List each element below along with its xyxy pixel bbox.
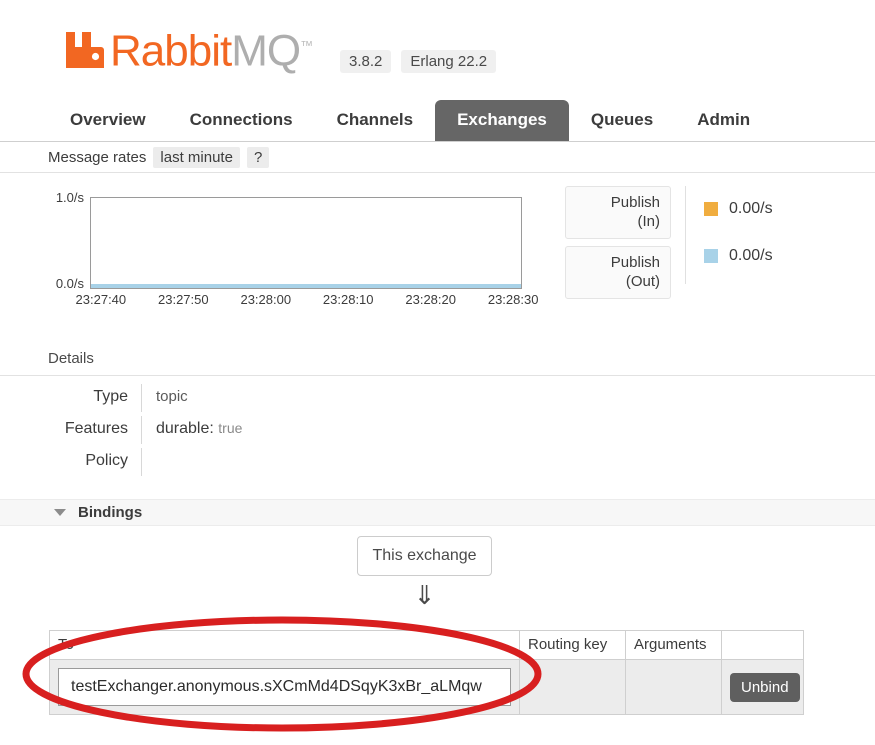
x-axis-tick: 23:28:00	[240, 292, 292, 307]
page-header: RabbitMQ™ 3.8.2 Erlang 22.2	[0, 0, 875, 98]
x-axis-tick: 23:27:50	[157, 292, 209, 307]
legend-label-publish-in[interactable]: Publish (In)	[565, 186, 671, 239]
binding-destination-cell: testExchanger.anonymous.sXCmMd4DSqyK3xBr…	[49, 659, 520, 715]
tab-overview[interactable]: Overview	[48, 100, 168, 141]
legend-swatch-icon	[704, 249, 718, 263]
version-badges: 3.8.2 Erlang 22.2	[340, 50, 497, 73]
bindings-table: To Routing key Arguments testExchanger.a…	[49, 630, 804, 715]
rabbitmq-logo-icon	[62, 26, 108, 72]
exchange-type-value: topic	[156, 388, 188, 405]
legend-value-publish-in: 0.00/s	[704, 200, 773, 218]
column-header-arguments[interactable]: Arguments	[625, 630, 722, 660]
unbind-button[interactable]: Unbind	[730, 672, 800, 702]
message-rates-bar: Message rates last minute ?	[0, 143, 875, 173]
trademark-symbol: ™	[300, 38, 314, 53]
legend-swatch-icon	[704, 202, 718, 216]
detail-value-policy	[141, 448, 468, 476]
legend-label-line1: Publish	[610, 254, 660, 271]
bindings-section-title: Bindings	[78, 504, 143, 521]
tab-channels[interactable]: Channels	[315, 100, 436, 141]
chart-canvas	[90, 197, 522, 289]
detail-value-features: durable: true	[141, 416, 468, 444]
tab-queues[interactable]: Queues	[569, 100, 675, 141]
binding-action-cell: Unbind	[721, 659, 804, 715]
legend-divider	[685, 186, 686, 284]
chart-x-axis: 23:27:40 23:27:50 23:28:00 23:28:10 23:2…	[76, 292, 539, 312]
chart-legend: Publish (In) Publish (Out) 0.00/s 0.00/s	[565, 186, 855, 299]
rates-period-selector[interactable]: last minute	[153, 147, 240, 168]
main-navigation: Overview Connections Channels Exchanges …	[0, 98, 875, 142]
x-axis-tick: 23:28:20	[405, 292, 456, 307]
detail-label-features: Features	[64, 420, 128, 437]
message-rates-chart: 1.0/s 0.0/s 23:27:40 23:27:50 23:28:00 2…	[0, 178, 875, 318]
double-arrow-down-icon: ⇓	[413, 580, 436, 610]
binding-routing-key-value: *	[528, 678, 534, 695]
legend-value-publish-out: 0.00/s	[704, 247, 773, 265]
x-axis-tick: 23:27:40	[75, 292, 127, 307]
bindings-table-header-row: To Routing key Arguments	[49, 630, 804, 660]
erlang-version-badge: Erlang 22.2	[401, 50, 497, 73]
tab-admin[interactable]: Admin	[675, 100, 772, 141]
message-rates-label: Message rates	[48, 149, 147, 166]
legend-label-line2: (Out)	[625, 273, 660, 290]
binding-routing-key-cell: *	[519, 659, 626, 715]
wordmark-rabbit: Rabbit	[110, 26, 232, 76]
legend-rate-publish-out: 0.00/s	[729, 247, 773, 264]
details-heading: Details	[48, 350, 94, 367]
details-divider	[0, 375, 875, 376]
wordmark-mq: MQ	[231, 26, 301, 76]
column-header-routing-key[interactable]: Routing key	[519, 630, 626, 660]
this-exchange-node[interactable]: This exchange	[357, 536, 492, 576]
chart-plot-area: 1.0/s 0.0/s 23:27:40 23:27:50 23:28:00 2…	[48, 186, 539, 307]
legend-label-publish-out[interactable]: Publish (Out)	[565, 246, 671, 299]
column-header-to[interactable]: To	[49, 630, 520, 660]
details-table: Type topic Features durable: true Policy	[48, 384, 468, 480]
chart-y-axis: 1.0/s 0.0/s	[48, 186, 88, 291]
help-icon[interactable]: ?	[246, 147, 270, 168]
feature-key-durable: durable:	[156, 420, 214, 437]
detail-row-features: Features durable: true	[48, 416, 468, 448]
bindings-section-header[interactable]: Bindings	[0, 499, 875, 526]
binding-destination-link[interactable]: testExchanger.anonymous.sXCmMd4DSqyK3xBr…	[58, 668, 511, 706]
rabbitmq-logo[interactable]: RabbitMQ™	[62, 22, 313, 74]
y-axis-tick-min: 0.0/s	[55, 276, 84, 291]
detail-row-type: Type topic	[48, 384, 468, 416]
series-line-publish-out	[91, 284, 521, 288]
legend-label-line1: Publish	[610, 194, 660, 211]
legend-rate-publish-in: 0.00/s	[729, 200, 773, 217]
x-axis-tick: 23:28:30	[487, 292, 539, 307]
triangle-down-icon[interactable]	[54, 509, 66, 516]
detail-value-type: topic	[141, 384, 468, 412]
tab-connections[interactable]: Connections	[168, 100, 315, 141]
x-axis-tick: 23:28:10	[322, 292, 374, 307]
detail-label-policy: Policy	[85, 452, 128, 469]
legend-label-line2: (In)	[637, 213, 661, 230]
detail-row-policy: Policy	[48, 448, 468, 480]
tab-exchanges[interactable]: Exchanges	[435, 100, 569, 141]
binding-arguments-cell	[625, 659, 722, 715]
column-header-actions	[721, 630, 804, 660]
rabbitmq-version-badge: 3.8.2	[340, 50, 392, 73]
rabbitmq-wordmark: RabbitMQ™	[110, 24, 313, 74]
detail-label-type: Type	[93, 388, 128, 405]
y-axis-tick-max: 1.0/s	[55, 190, 84, 205]
feature-value-durable: true	[218, 420, 243, 436]
table-row: testExchanger.anonymous.sXCmMd4DSqyK3xBr…	[49, 659, 804, 715]
